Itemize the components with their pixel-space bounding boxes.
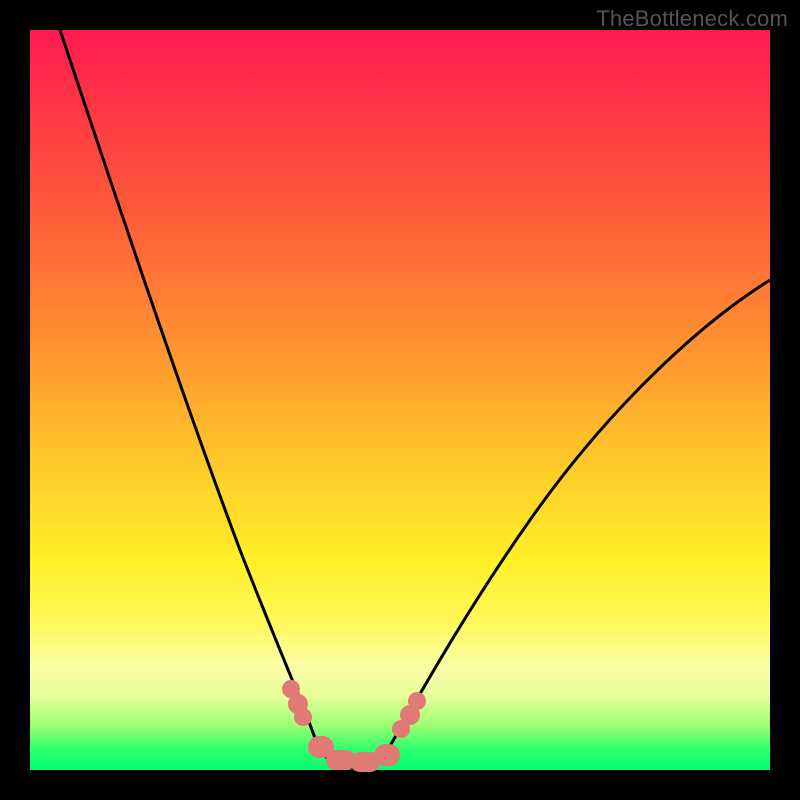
watermark-text: TheBottleneck.com xyxy=(596,6,788,32)
marker-group xyxy=(30,30,770,770)
chart-frame: TheBottleneck.com xyxy=(0,0,800,800)
marker-point xyxy=(374,744,400,766)
marker-point xyxy=(294,708,312,726)
marker-point xyxy=(408,692,426,710)
plot-area xyxy=(30,30,770,770)
